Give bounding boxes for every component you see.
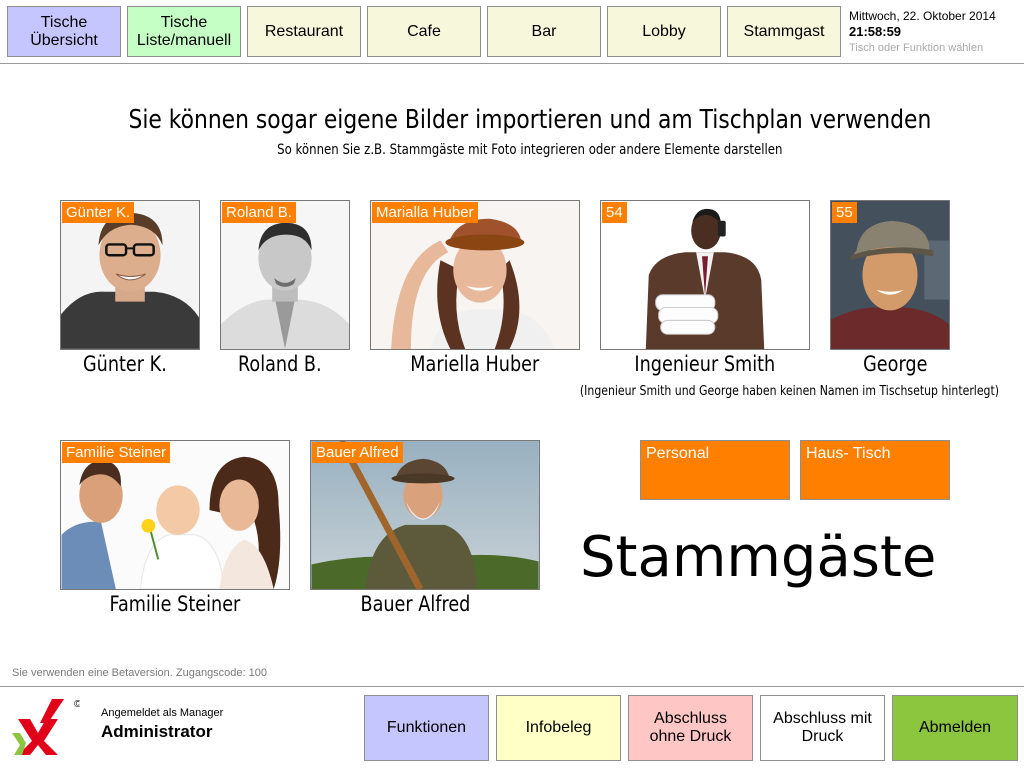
tab-stammgast[interactable]: Stammgast — [727, 6, 841, 57]
table-tag: Marialla Huber — [372, 202, 478, 223]
table-tag: Bauer Alfred — [312, 442, 403, 463]
footer-bar: © Angemeldet als Manager Administrator F… — [0, 686, 1024, 768]
photo-farmer-icon — [311, 441, 539, 589]
guest-tile-george[interactable]: 55 — [830, 200, 950, 350]
guest-caption: Ingenieur Smith — [634, 352, 776, 376]
table-tag: Familie Steiner — [62, 442, 171, 463]
tab-label: Tische Liste/manuell — [136, 13, 232, 49]
guest-tile-familie-steiner[interactable]: Familie Steiner — [60, 440, 290, 590]
tab-tische-uebersicht[interactable]: Tische Übersicht — [7, 6, 121, 57]
guest-tile-smith[interactable]: 54 — [600, 200, 810, 350]
button-label: Abmelden — [918, 719, 992, 736]
logged-in-label: Angemeldet als Manager — [101, 707, 224, 719]
tab-bar[interactable]: Bar — [487, 6, 601, 57]
tab-label: Tische Übersicht — [30, 13, 98, 49]
setup-note: (Ingenieur Smith und George haben keinen… — [540, 382, 1010, 400]
house-table-button[interactable]: Haus- Tisch — [800, 440, 950, 500]
headline-text: Sie können sogar eigene Bilder importier… — [128, 105, 932, 135]
svg-text:©: © — [74, 699, 80, 710]
setup-note-text: (Ingenieur Smith und George haben keinen… — [579, 384, 1000, 399]
guest-caption: Günter K. — [83, 352, 167, 376]
subline: So können Sie z.B. Stammgäste mit Foto i… — [0, 141, 1024, 159]
button-label: Haus- Tisch — [806, 445, 891, 462]
app-logo-icon: © — [12, 699, 82, 755]
close-without-print-button[interactable]: Abschluss ohne Druck — [628, 695, 753, 761]
portrait-guenter-icon — [61, 212, 199, 349]
guest-tile-mariella[interactable]: Marialla Huber — [370, 200, 580, 350]
button-label: Funktionen — [386, 719, 467, 736]
guest-caption: Familie Steiner — [109, 592, 241, 616]
tab-label: Bar — [531, 22, 557, 40]
section-title: Stammgäste — [580, 525, 937, 590]
logged-in-user: Administrator — [101, 722, 213, 741]
personal-button[interactable]: Personal — [640, 440, 790, 500]
tab-restaurant[interactable]: Restaurant — [247, 6, 361, 57]
button-label: Abschluss mit Druck — [773, 710, 872, 745]
guest-tile-roland[interactable]: Roland B. — [220, 200, 350, 350]
beta-note: Sie verwenden eine Betaversion. Zugangsc… — [12, 667, 268, 679]
table-tag: Günter K. — [62, 202, 135, 223]
status-hint: Tisch oder Funktion wählen — [849, 42, 984, 54]
info-receipt-button[interactable]: Infobeleg — [496, 695, 621, 761]
status-clock: 21:58:59 — [849, 24, 902, 39]
photo-family-icon — [61, 441, 289, 589]
close-with-print-button[interactable]: Abschluss mit Druck — [760, 695, 885, 761]
guest-tile-guenter[interactable]: Günter K. — [60, 200, 200, 350]
table-tag: Roland B. — [222, 202, 296, 223]
button-label: Personal — [646, 445, 710, 462]
status-date: Mittwoch, 22. Oktober 2014 — [849, 9, 996, 23]
table-tag: 54 — [602, 202, 627, 223]
button-label: Infobeleg — [525, 719, 592, 736]
logout-button[interactable]: Abmelden — [892, 695, 1018, 761]
guest-caption: Bauer Alfred — [360, 592, 470, 616]
guest-caption: George — [862, 352, 928, 376]
button-label: Abschluss ohne Druck — [649, 710, 732, 745]
tab-label: Stammgast — [743, 22, 825, 40]
headline: Sie können sogar eigene Bilder importier… — [0, 105, 1024, 135]
tab-label: Cafe — [407, 22, 441, 40]
tab-cafe[interactable]: Cafe — [367, 6, 481, 57]
top-nav: Tische Übersicht Tische Liste/manuell Re… — [0, 0, 1024, 64]
tab-tische-liste[interactable]: Tische Liste/manuell — [127, 6, 241, 57]
guest-caption: Mariella Huber — [410, 352, 540, 376]
tab-lobby[interactable]: Lobby — [607, 6, 721, 57]
guest-caption: Roland B. — [238, 352, 322, 376]
portrait-smith-icon — [645, 208, 765, 349]
portrait-roland-icon — [221, 222, 349, 349]
subline-text: So können Sie z.B. Stammgäste mit Foto i… — [277, 142, 783, 158]
portrait-mariella-icon — [391, 218, 554, 349]
portrait-george-icon — [831, 201, 949, 349]
guest-tile-bauer-alfred[interactable]: Bauer Alfred — [310, 440, 540, 590]
table-tag: 55 — [832, 202, 857, 223]
functions-button[interactable]: Funktionen — [364, 695, 489, 761]
tab-label: Lobby — [642, 22, 686, 40]
tab-label: Restaurant — [264, 22, 344, 40]
